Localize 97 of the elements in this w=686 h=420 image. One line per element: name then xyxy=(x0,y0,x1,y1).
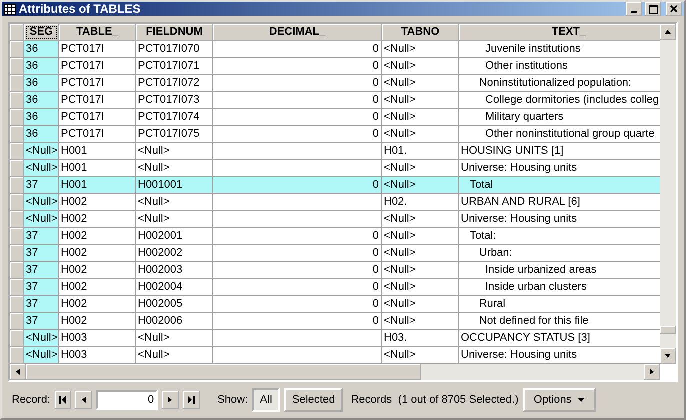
row-selector[interactable] xyxy=(10,160,24,177)
row-selector[interactable] xyxy=(10,228,24,245)
row-selector[interactable] xyxy=(10,330,24,347)
table-cell: <Null> xyxy=(24,347,59,364)
table-cell: 36 xyxy=(24,92,59,109)
right-arrow-icon xyxy=(166,396,174,404)
row-selector[interactable] xyxy=(10,211,24,228)
table-cell: 36 xyxy=(24,109,59,126)
close-button[interactable] xyxy=(666,2,682,16)
scroll-left-button[interactable] xyxy=(10,364,26,380)
next-record-button[interactable] xyxy=(162,391,179,409)
table-row[interactable]: 37 H002 H002002 0 <Null> Urban: xyxy=(10,245,660,262)
row-selector[interactable] xyxy=(10,143,24,160)
table-row[interactable]: 37 H001 H001001 0 <Null> Total xyxy=(10,177,660,194)
up-arrow-icon xyxy=(664,28,672,36)
right-arrow-icon xyxy=(648,368,656,376)
first-record-button[interactable] xyxy=(54,391,72,409)
table-row[interactable]: 36 PCT017I PCT017I075 0 <Null> Other noninstitutional group quarte xyxy=(10,126,660,143)
last-icon xyxy=(187,396,196,404)
row-selector[interactable] xyxy=(10,313,24,330)
first-icon xyxy=(58,396,67,404)
table-cell: 36 xyxy=(24,126,59,143)
table-cell: <Null> xyxy=(24,211,59,228)
row-selector[interactable] xyxy=(10,194,24,211)
close-icon xyxy=(670,5,678,13)
scroll-thumb[interactable] xyxy=(660,326,676,334)
left-arrow-icon xyxy=(14,368,22,376)
table-row[interactable]: <Null> H002 <Null> H02. URBAN AND RURAL [6] xyxy=(10,194,660,211)
maximize-button[interactable] xyxy=(645,2,661,16)
table-cell: 37 xyxy=(24,262,59,279)
table-row[interactable]: 36 PCT017I PCT017I070 0 <Null> Juvenile institutions xyxy=(10,41,660,58)
scroll-right-button[interactable] xyxy=(644,364,660,380)
options-button[interactable]: Options xyxy=(522,388,596,412)
records-status: Records (1 out of 8705 Selected.) xyxy=(351,394,519,406)
left-arrow-icon xyxy=(80,396,88,404)
record-label: Record: xyxy=(12,394,51,406)
record-field[interactable]: 0 xyxy=(96,390,158,410)
table-cell: <Null> xyxy=(24,160,59,177)
table-row[interactable]: 36 PCT017I PCT017I072 0 <Null> Noninstitutionalized population: xyxy=(10,75,660,92)
table-cell: 37 xyxy=(24,177,59,194)
table-cell: <Null> xyxy=(24,143,59,160)
scroll-up-button[interactable] xyxy=(660,24,676,40)
row-selector[interactable] xyxy=(10,92,24,109)
table-row[interactable]: 37 H002 H002004 0 <Null> Inside urban clusters xyxy=(10,279,660,296)
table-row[interactable]: 37 H002 H002005 0 <Null> Rural xyxy=(10,296,660,313)
scroll-thumb[interactable] xyxy=(26,364,421,380)
table-cell: 37 xyxy=(24,313,59,330)
row-selector[interactable] xyxy=(10,245,24,262)
table-row[interactable]: 36 PCT017I PCT017I071 0 <Null> Other institutions xyxy=(10,58,660,75)
row-selector[interactable] xyxy=(10,279,24,296)
column-header[interactable]: SEG xyxy=(24,24,59,41)
column-header[interactable]: TEXT_ xyxy=(459,24,660,41)
table-icon xyxy=(4,4,16,14)
table-cell: 37 xyxy=(24,279,59,296)
table-row[interactable]: 36 PCT017I PCT017I073 0 <Null> College dormitories (includes colleg xyxy=(10,92,660,109)
minimize-button[interactable] xyxy=(626,2,642,16)
table-cell: 37 xyxy=(24,296,59,313)
table-row[interactable]: 36 PCT017I PCT017I074 0 <Null> Military quarters xyxy=(10,109,660,126)
last-record-button[interactable] xyxy=(182,391,200,409)
table-cell: <Null> xyxy=(24,330,59,347)
table-cell: 36 xyxy=(24,41,59,58)
show-toggle[interactable]: Selected xyxy=(284,388,344,412)
maximize-icon xyxy=(648,4,658,14)
table-cell: <Null> xyxy=(24,194,59,211)
table-row[interactable]: <Null> H003 <Null> H03. OCCUPANCY STATUS [3] xyxy=(10,330,660,347)
table-row[interactable]: 37 H002 H002003 0 <Null> Inside urbanized areas xyxy=(10,262,660,279)
row-selector[interactable] xyxy=(10,262,24,279)
table-row[interactable]: 37 H002 H002006 0 <Null> Not defined for this file xyxy=(10,313,660,330)
down-arrow-icon xyxy=(664,352,672,360)
table-row[interactable]: <Null> H002 <Null> <Null> Universe: Housing units xyxy=(10,211,660,228)
row-selector[interactable] xyxy=(10,296,24,313)
row-selector[interactable] xyxy=(10,41,24,58)
row-selector[interactable] xyxy=(10,75,24,92)
table-row[interactable]: 37 H002 H002001 0 <Null> Total: xyxy=(10,228,660,245)
column-header[interactable]: TABLE_ xyxy=(59,24,136,41)
table-cell: 36 xyxy=(24,75,59,92)
table-cell: 37 xyxy=(24,245,59,262)
row-selector[interactable] xyxy=(10,58,24,75)
table-row[interactable]: <Null> H001 <Null> <Null> Universe: Housing units xyxy=(10,160,660,177)
horizontal-scrollbar[interactable] xyxy=(10,364,660,380)
caret-icon xyxy=(578,398,585,402)
column-header[interactable]: FIELDNUM xyxy=(136,24,213,41)
scroll-down-button[interactable] xyxy=(660,348,676,364)
table-row[interactable]: <Null> H003 <Null> <Null> Universe: Housing units xyxy=(10,347,660,364)
table-cell: 37 xyxy=(24,228,59,245)
row-selector[interactable] xyxy=(10,109,24,126)
column-header[interactable]: TABNO xyxy=(382,24,459,41)
show-toggle[interactable]: All xyxy=(252,388,280,412)
row-selector[interactable] xyxy=(10,126,24,143)
column-header[interactable]: DECIMAL_ xyxy=(213,24,382,41)
vertical-scrollbar[interactable] xyxy=(660,24,676,364)
previous-record-button[interactable] xyxy=(75,391,92,409)
row-selector[interactable] xyxy=(10,177,24,194)
window-title: Attributes of TABLES xyxy=(19,2,142,16)
table-cell: 36 xyxy=(24,58,59,75)
table-row[interactable]: <Null> H001 <Null> H01. HOUSING UNITS [1] xyxy=(10,143,660,160)
show-label: Show: xyxy=(218,394,248,406)
